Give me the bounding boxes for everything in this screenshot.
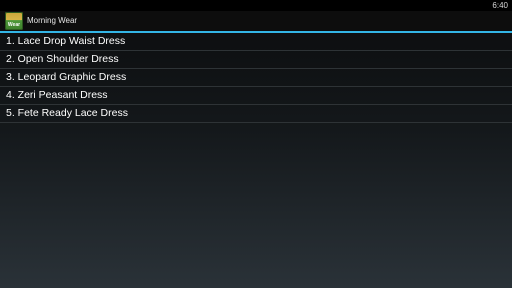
list-item[interactable]: 2. Open Shoulder Dress (0, 51, 512, 69)
list-item[interactable]: 1. Lace Drop Waist Dress (0, 33, 512, 51)
app-icon[interactable]: Wear (5, 12, 23, 30)
app-icon-label: Wear (7, 22, 21, 28)
list-item[interactable]: 5. Fete Ready Lace Dress (0, 105, 512, 123)
screen: 6:40 Wear Morning Wear 1. Lace Drop Wais… (0, 0, 512, 288)
dress-list: 1. Lace Drop Waist Dress 2. Open Shoulde… (0, 33, 512, 123)
status-bar: 6:40 (0, 0, 512, 11)
action-bar: Wear Morning Wear (0, 11, 512, 31)
app-title: Morning Wear (27, 16, 78, 25)
status-time: 6:40 (492, 1, 508, 10)
list-item[interactable]: 4. Zeri Peasant Dress (0, 87, 512, 105)
list-item[interactable]: 3. Leopard Graphic Dress (0, 69, 512, 87)
